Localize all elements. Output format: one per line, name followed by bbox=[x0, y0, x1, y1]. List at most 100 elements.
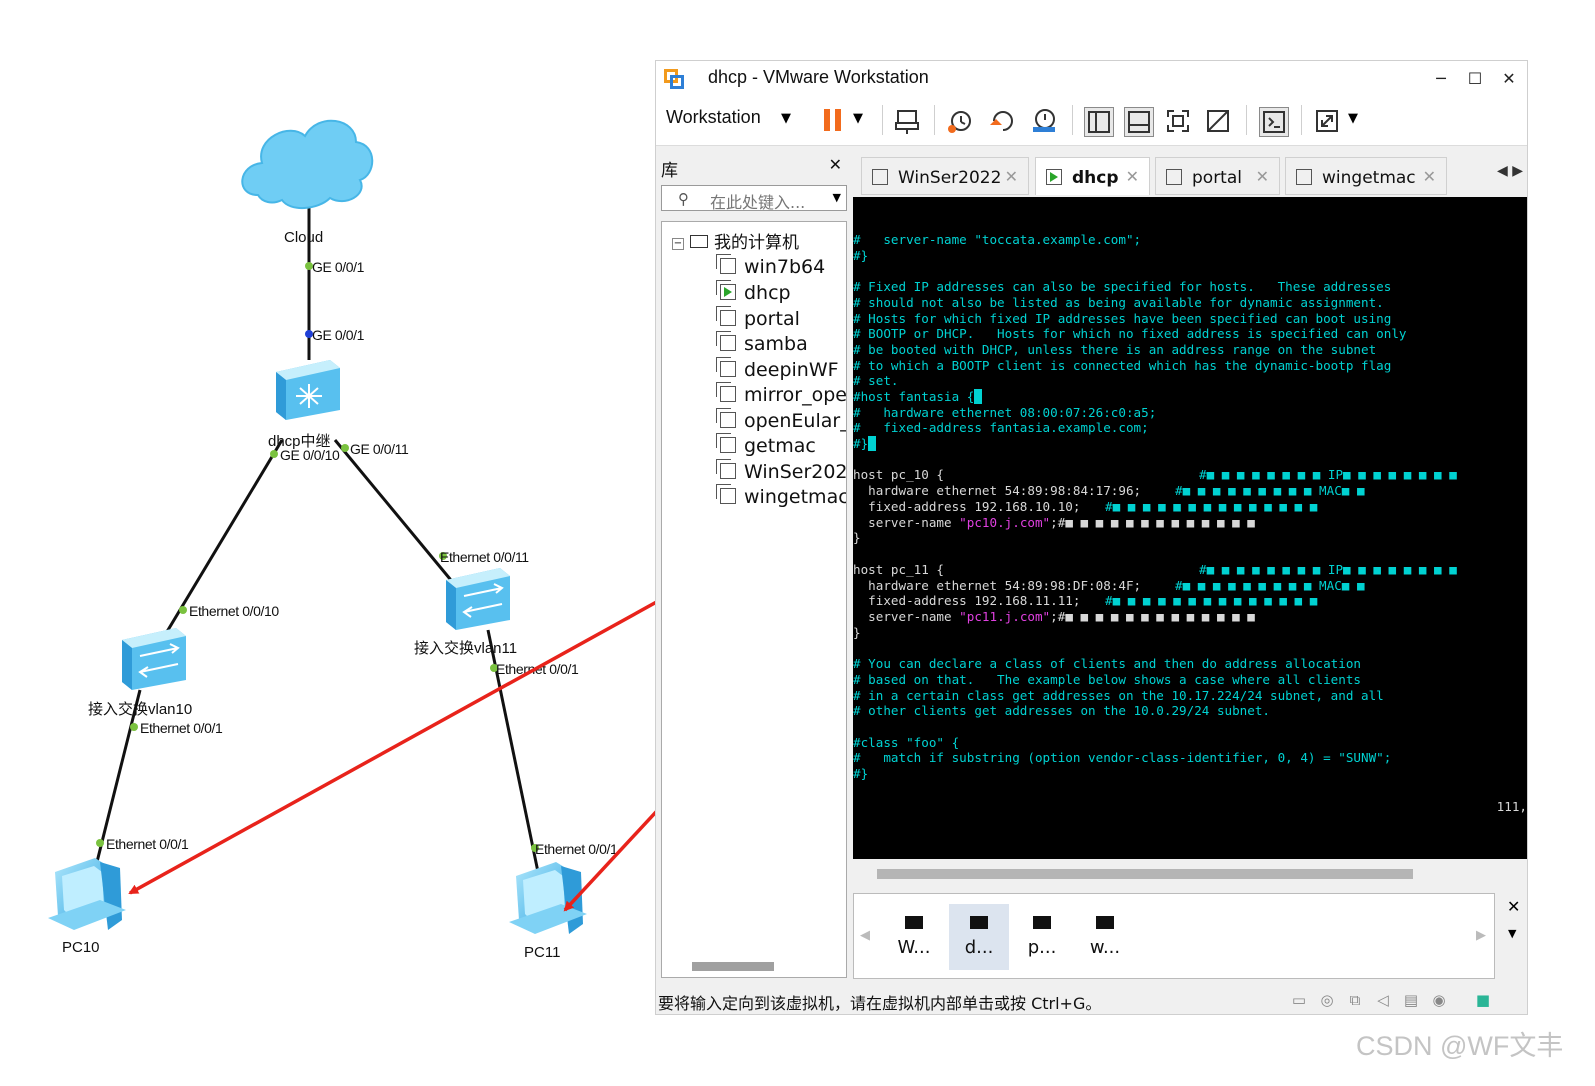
close-button[interactable]: ✕ bbox=[1496, 67, 1522, 91]
tree-item-vm[interactable]: portal bbox=[716, 306, 800, 332]
pause-icon[interactable] bbox=[824, 109, 842, 131]
library-header: 库 ✕ bbox=[656, 151, 848, 181]
network-adapter-icon[interactable]: ⧉ bbox=[1346, 991, 1364, 1009]
send-ctrl-alt-del-icon[interactable] bbox=[893, 107, 921, 135]
minimize-button[interactable]: ─ bbox=[1428, 67, 1454, 91]
access-switch-vlan11-icon[interactable] bbox=[446, 568, 510, 630]
tree-item-vm[interactable]: WinSer2022 bbox=[716, 459, 846, 485]
chevron-down-icon[interactable]: ▼ bbox=[833, 191, 841, 204]
close-icon[interactable]: ✕ bbox=[1423, 167, 1436, 186]
thumbnail-vm[interactable]: W... bbox=[884, 904, 944, 970]
tree-item-label: samba bbox=[744, 333, 808, 355]
thumbnail-vm[interactable]: p... bbox=[1012, 904, 1072, 970]
console-line: # based on that. The example below shows… bbox=[853, 672, 1361, 687]
console-line: # in a certain class get addresses on th… bbox=[853, 688, 1384, 703]
unity-icon[interactable] bbox=[1204, 107, 1232, 135]
tree-item-vm[interactable]: dhcp bbox=[716, 280, 791, 306]
tree-item-vm[interactable]: deepinWF bbox=[716, 357, 839, 383]
console-line: # You can declare a class of clients and… bbox=[853, 656, 1361, 671]
link-relay-sw10 bbox=[148, 439, 284, 661]
tree-item-vm[interactable]: win7b64 bbox=[716, 254, 826, 280]
scrollbar-thumb[interactable] bbox=[877, 869, 1413, 879]
tree-item-vm[interactable]: openEular_server bbox=[716, 408, 846, 434]
printer-icon[interactable]: ▤ bbox=[1402, 991, 1420, 1009]
tree-item-vm[interactable]: mirror_openEuler bbox=[716, 382, 846, 408]
chevron-left-icon[interactable]: ◀ bbox=[860, 928, 870, 943]
screen-icon bbox=[970, 916, 988, 929]
tab-scroll-arrows[interactable]: ◀ ▶ bbox=[1497, 163, 1523, 179]
vm-icon bbox=[716, 484, 736, 504]
pc10-icon[interactable] bbox=[48, 858, 126, 930]
tree-item-label: win7b64 bbox=[744, 256, 826, 278]
vmware-logo-icon bbox=[664, 69, 684, 89]
relay-switch-icon[interactable] bbox=[276, 360, 340, 420]
port-label: Ethernet 0/0/11 bbox=[440, 549, 529, 565]
console-text: #host fantasia { bbox=[853, 389, 975, 404]
show-library-icon[interactable] bbox=[1084, 107, 1114, 137]
collapse-icon[interactable]: − bbox=[672, 238, 684, 250]
maximize-button[interactable]: ☐ bbox=[1462, 67, 1488, 91]
tab-portal[interactable]: portal ✕ bbox=[1155, 157, 1280, 195]
vm-icon bbox=[716, 382, 736, 402]
tree-root-my-computer[interactable]: − 我的计算机 bbox=[672, 228, 799, 253]
tab-dhcp[interactable]: dhcp ✕ bbox=[1035, 157, 1150, 195]
console-line: # fixed-address fantasia.example.com; bbox=[853, 420, 1149, 435]
tree-item-label: openEular_server bbox=[744, 410, 846, 432]
thumbnail-label: d... bbox=[964, 937, 994, 958]
chevron-down-icon[interactable]: ▼ bbox=[781, 111, 791, 126]
port-label: Ethernet 0/0/1 bbox=[106, 836, 189, 852]
tree-item-vm[interactable]: getmac bbox=[716, 433, 816, 459]
vm-tab-bar: WinSer2022 ✕ dhcp ✕ portal ✕ wingetmac ✕… bbox=[853, 151, 1527, 197]
cd-rom-icon[interactable]: ◎ bbox=[1318, 991, 1336, 1009]
vm-icon bbox=[716, 433, 736, 453]
console-line: host pc_11 { bbox=[853, 562, 944, 577]
console-comment: #■ ■ ■ ■ ■ ■ ■ ■ ■ MAC■ ■ bbox=[1175, 578, 1365, 593]
show-thumbnail-bar-icon[interactable] bbox=[1124, 107, 1154, 137]
tab-wingetmac[interactable]: wingetmac ✕ bbox=[1285, 157, 1447, 195]
hard-disk-icon[interactable]: ▭ bbox=[1290, 991, 1308, 1009]
console-view-icon[interactable] bbox=[1259, 107, 1289, 137]
close-icon[interactable]: ✕ bbox=[1256, 167, 1269, 186]
close-icon[interactable]: ✕ bbox=[829, 155, 842, 174]
console-scrollbar[interactable] bbox=[853, 859, 1527, 887]
snapshot-manager-icon[interactable] bbox=[1030, 107, 1058, 135]
vm-icon bbox=[872, 169, 888, 185]
usb-icon[interactable]: ◉ bbox=[1430, 991, 1448, 1009]
chevron-down-icon[interactable]: ▼ bbox=[1348, 111, 1358, 126]
port-dot bbox=[270, 450, 278, 458]
stretch-guest-icon[interactable] bbox=[1313, 107, 1341, 135]
chevron-down-icon[interactable]: ▼ bbox=[1508, 927, 1516, 940]
message-icon[interactable]: ■ bbox=[1474, 991, 1492, 1009]
tab-winser2022[interactable]: WinSer2022 ✕ bbox=[861, 157, 1029, 195]
tab-label: portal bbox=[1192, 168, 1242, 188]
tree-item-vm[interactable]: wingetmac bbox=[716, 484, 846, 510]
vm-icon bbox=[716, 459, 736, 479]
library-scrollbar[interactable] bbox=[692, 962, 774, 971]
sound-icon[interactable]: ◁ bbox=[1374, 991, 1392, 1009]
tree-item-vm[interactable]: samba bbox=[716, 331, 808, 357]
vm-console[interactable]: # server-name "toccata.example.com"; #} … bbox=[853, 197, 1527, 859]
workstation-menu[interactable]: Workstation bbox=[666, 107, 761, 128]
port-label: GE 0/0/10 bbox=[280, 447, 340, 463]
console-line: # to which a BOOTP client is connected w… bbox=[853, 358, 1392, 373]
close-icon[interactable]: ✕ bbox=[1507, 897, 1520, 916]
chevron-right-icon[interactable]: ▶ bbox=[1476, 928, 1486, 943]
server-name-value: "pc11.j.com" bbox=[959, 609, 1051, 624]
close-icon[interactable]: ✕ bbox=[1126, 167, 1139, 186]
console-line: #} bbox=[853, 436, 876, 452]
revert-snapshot-icon[interactable] bbox=[988, 107, 1016, 135]
server-name-value: "pc10.j.com" bbox=[959, 515, 1051, 530]
vm-icon bbox=[1166, 169, 1182, 185]
full-screen-icon[interactable] bbox=[1164, 107, 1192, 135]
cloud-icon[interactable] bbox=[241, 119, 374, 209]
library-search-input[interactable]: ⚲ 在此处键入... ▼ bbox=[661, 185, 847, 212]
cloud-label: Cloud bbox=[284, 229, 323, 246]
chevron-down-icon[interactable]: ▼ bbox=[853, 111, 863, 126]
snapshot-icon[interactable] bbox=[946, 107, 974, 135]
close-icon[interactable]: ✕ bbox=[1005, 167, 1018, 186]
thumbnail-vm[interactable]: d... bbox=[949, 904, 1009, 970]
thumbnail-vm[interactable]: w... bbox=[1075, 904, 1135, 970]
access-switch-vlan10-icon[interactable] bbox=[122, 628, 186, 690]
console-line: #} bbox=[853, 766, 869, 781]
tree-root-label: 我的计算机 bbox=[714, 233, 799, 253]
